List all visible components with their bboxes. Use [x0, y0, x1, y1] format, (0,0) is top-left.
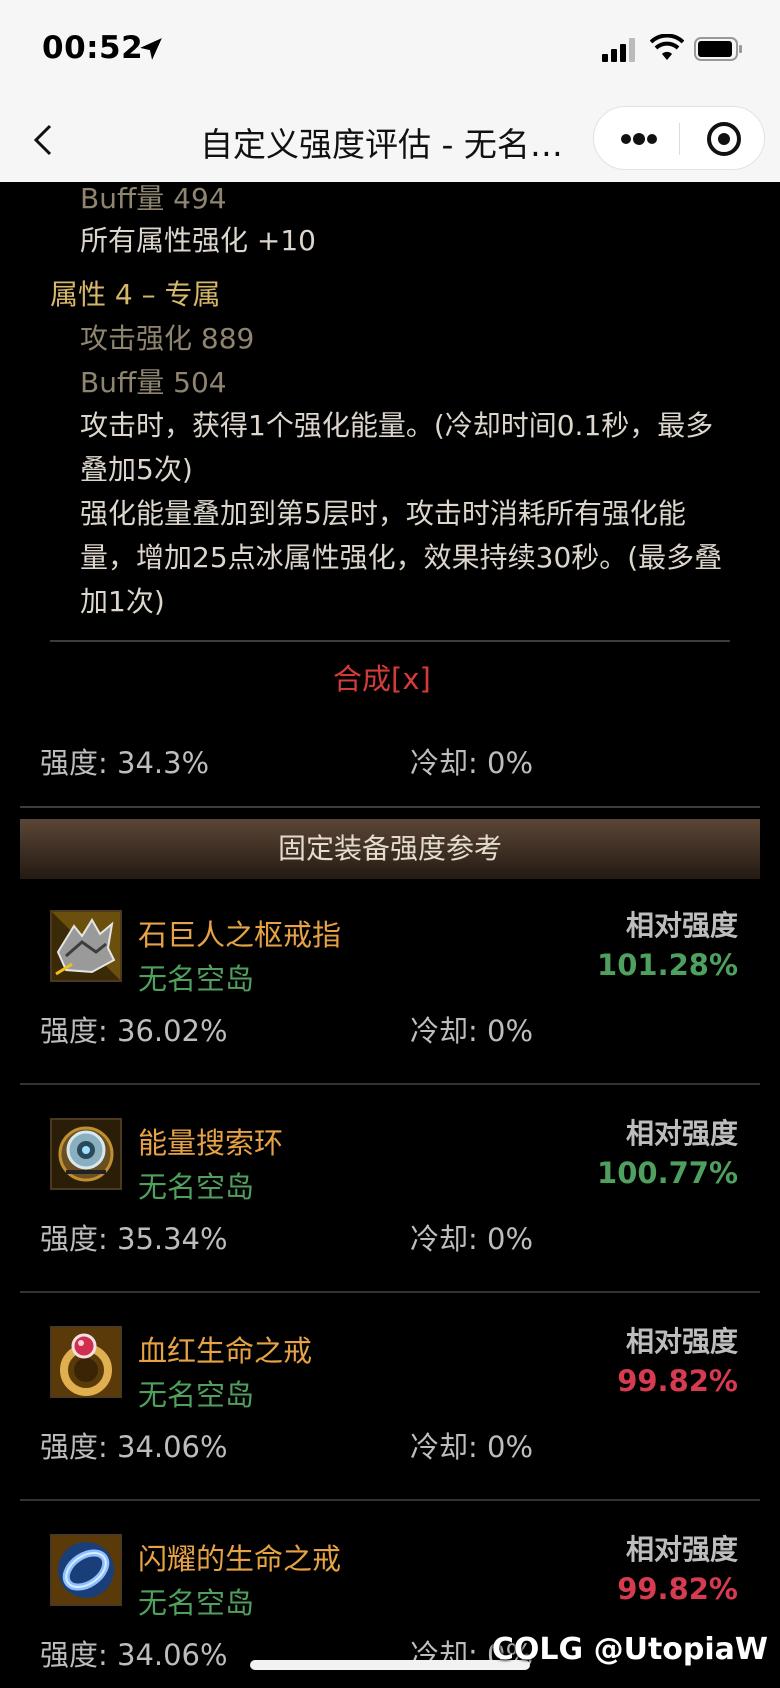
status-bar: 00:52 — [0, 0, 780, 100]
energy-ring-icon — [50, 1118, 122, 1190]
item-divider — [20, 1083, 760, 1085]
item-cooldown: 冷却: 0% — [410, 1222, 533, 1256]
more-options-button[interactable] — [608, 117, 668, 161]
synth-divider — [20, 806, 760, 808]
synthesis-remove-link[interactable]: 合成[x] — [333, 662, 431, 696]
relative-strength-label: 相对强度 — [625, 1117, 738, 1150]
item-strength: 强度: 36.02% — [40, 1014, 228, 1048]
item-strength: 强度: 35.34% — [40, 1222, 228, 1256]
page-title: 自定义强度评估 - 无名… — [200, 125, 563, 162]
status-time: 00:52 — [42, 30, 144, 66]
list-item[interactable]: 血红生命之戒 无名空岛 相对强度 99.82% 强度: 34.06% 冷却: 0… — [0, 1304, 780, 1512]
attack-stat: 攻击强化 889 — [80, 322, 255, 355]
item-source: 无名空岛 — [138, 962, 255, 996]
back-button[interactable] — [28, 118, 62, 162]
relative-strength-value: 100.77% — [597, 1156, 738, 1190]
item-name[interactable]: 闪耀的生命之戒 — [138, 1536, 341, 1578]
relative-strength-value: 99.82% — [617, 1364, 738, 1398]
cellular-signal-icon — [602, 38, 635, 62]
content-area: Buff量 494 所有属性强化 +10 属性 4 – 专属 攻击强化 889 … — [0, 182, 780, 1688]
watermark: COLG @UtopiaW — [491, 1632, 768, 1667]
item-name[interactable]: 血红生命之戒 — [138, 1328, 312, 1370]
synth-cooldown: 冷却: 0% — [410, 746, 533, 780]
shining-ring-icon — [50, 1534, 122, 1606]
buff-stat-2: Buff量 504 — [80, 366, 227, 399]
item-strength: 强度: 34.06% — [40, 1638, 228, 1672]
item-source: 无名空岛 — [138, 1170, 255, 1204]
item-source: 无名空岛 — [138, 1586, 255, 1620]
crimson-ring-icon — [50, 1326, 122, 1398]
page: 00:52 自定义强度评估 - 无名… Buff量 494 所有属性强化 +10… — [0, 0, 780, 1688]
section-header: 固定装备强度参考 — [20, 819, 760, 879]
item-cooldown: 冷却: 0% — [410, 1014, 533, 1048]
item-name[interactable]: 能量搜索环 — [138, 1120, 283, 1162]
buff-stat: Buff量 494 — [80, 182, 227, 215]
close-miniprogram-button[interactable] — [694, 117, 754, 161]
attribute-4-header: 属性 4 – 专属 — [50, 278, 221, 311]
battery-icon — [694, 37, 742, 61]
relative-strength-label: 相对强度 — [625, 909, 738, 942]
list-item[interactable]: 能量搜索环 无名空岛 相对强度 100.77% 强度: 35.34% 冷却: 0… — [0, 1096, 780, 1304]
item-divider — [20, 1291, 760, 1293]
item-divider — [20, 1499, 760, 1501]
effect-text-2: 强化能量叠加到第5层时，攻击时消耗所有强化能量，增加25点冰属性强化，效果持续3… — [80, 497, 723, 618]
item-cooldown: 冷却: 0% — [410, 1430, 533, 1464]
relative-strength-value: 99.82% — [617, 1572, 738, 1606]
all-attribute-stat: 所有属性强化 +10 — [80, 224, 316, 257]
mini-program-capsule — [593, 106, 765, 170]
relative-strength-label: 相对强度 — [625, 1533, 738, 1566]
location-arrow-icon — [140, 38, 162, 60]
synth-strength: 强度: 34.3% — [40, 746, 210, 780]
wifi-icon — [650, 34, 684, 60]
golem-ring-icon — [50, 910, 122, 982]
item-name[interactable]: 石巨人之枢戒指 — [138, 912, 341, 954]
home-indicator — [250, 1660, 530, 1670]
list-item[interactable]: 石巨人之枢戒指 无名空岛 相对强度 101.28% 强度: 36.02% 冷却:… — [0, 888, 780, 1096]
item-source: 无名空岛 — [138, 1378, 255, 1412]
detail-divider — [50, 640, 730, 642]
relative-strength-label: 相对强度 — [625, 1325, 738, 1358]
nav-bar: 自定义强度评估 - 无名… — [0, 100, 780, 182]
relative-strength-value: 101.28% — [597, 948, 738, 982]
effect-text-1: 攻击时，获得1个强化能量。(冷却时间0.1秒，最多叠加5次) — [80, 409, 714, 486]
item-strength: 强度: 34.06% — [40, 1430, 228, 1464]
capsule-divider — [679, 123, 680, 155]
